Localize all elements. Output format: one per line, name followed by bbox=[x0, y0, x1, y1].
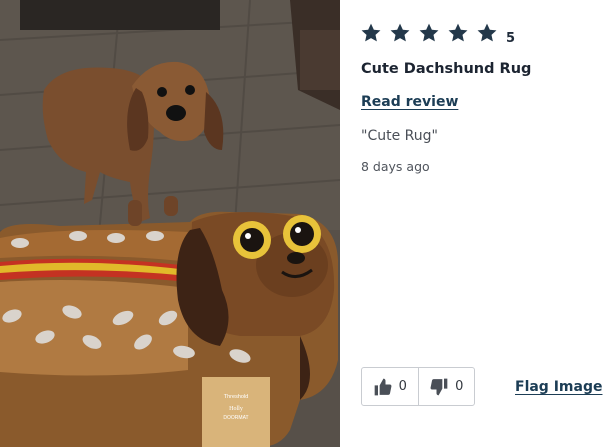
review-photo[interactable]: Threshold Holly DOORMAT bbox=[0, 0, 340, 447]
thumbs-down-icon bbox=[429, 377, 449, 397]
thumbs-down-button[interactable]: 0 bbox=[417, 368, 475, 405]
review-quote: "Cute Rug" bbox=[361, 128, 438, 144]
rating-value: 5 bbox=[506, 31, 516, 46]
star-icon bbox=[389, 22, 418, 48]
star-icon bbox=[447, 22, 476, 48]
star-rating: 5 bbox=[360, 22, 515, 48]
card-line3-text: DOORMAT bbox=[223, 415, 248, 421]
star-icon bbox=[418, 22, 447, 48]
thumbs-up-button[interactable]: 0 bbox=[362, 368, 418, 405]
review-panel: 5 Cute Dachshund Rug Read review "Cute R… bbox=[340, 0, 611, 447]
star-icon bbox=[360, 22, 389, 48]
thumbs-up-icon bbox=[373, 377, 393, 397]
flag-image-link[interactable]: Flag Image bbox=[515, 379, 602, 395]
thumbs-down-count: 0 bbox=[455, 379, 464, 394]
star-icon bbox=[476, 22, 505, 48]
card-brand-text: Threshold bbox=[224, 394, 248, 400]
review-timestamp: 8 days ago bbox=[361, 159, 430, 174]
card-line2-text: Holly bbox=[229, 406, 243, 412]
read-review-link[interactable]: Read review bbox=[361, 94, 458, 110]
review-title: Cute Dachshund Rug bbox=[361, 61, 532, 77]
helpful-vote-group: 0 0 bbox=[361, 367, 475, 406]
thumbs-up-count: 0 bbox=[398, 379, 407, 394]
